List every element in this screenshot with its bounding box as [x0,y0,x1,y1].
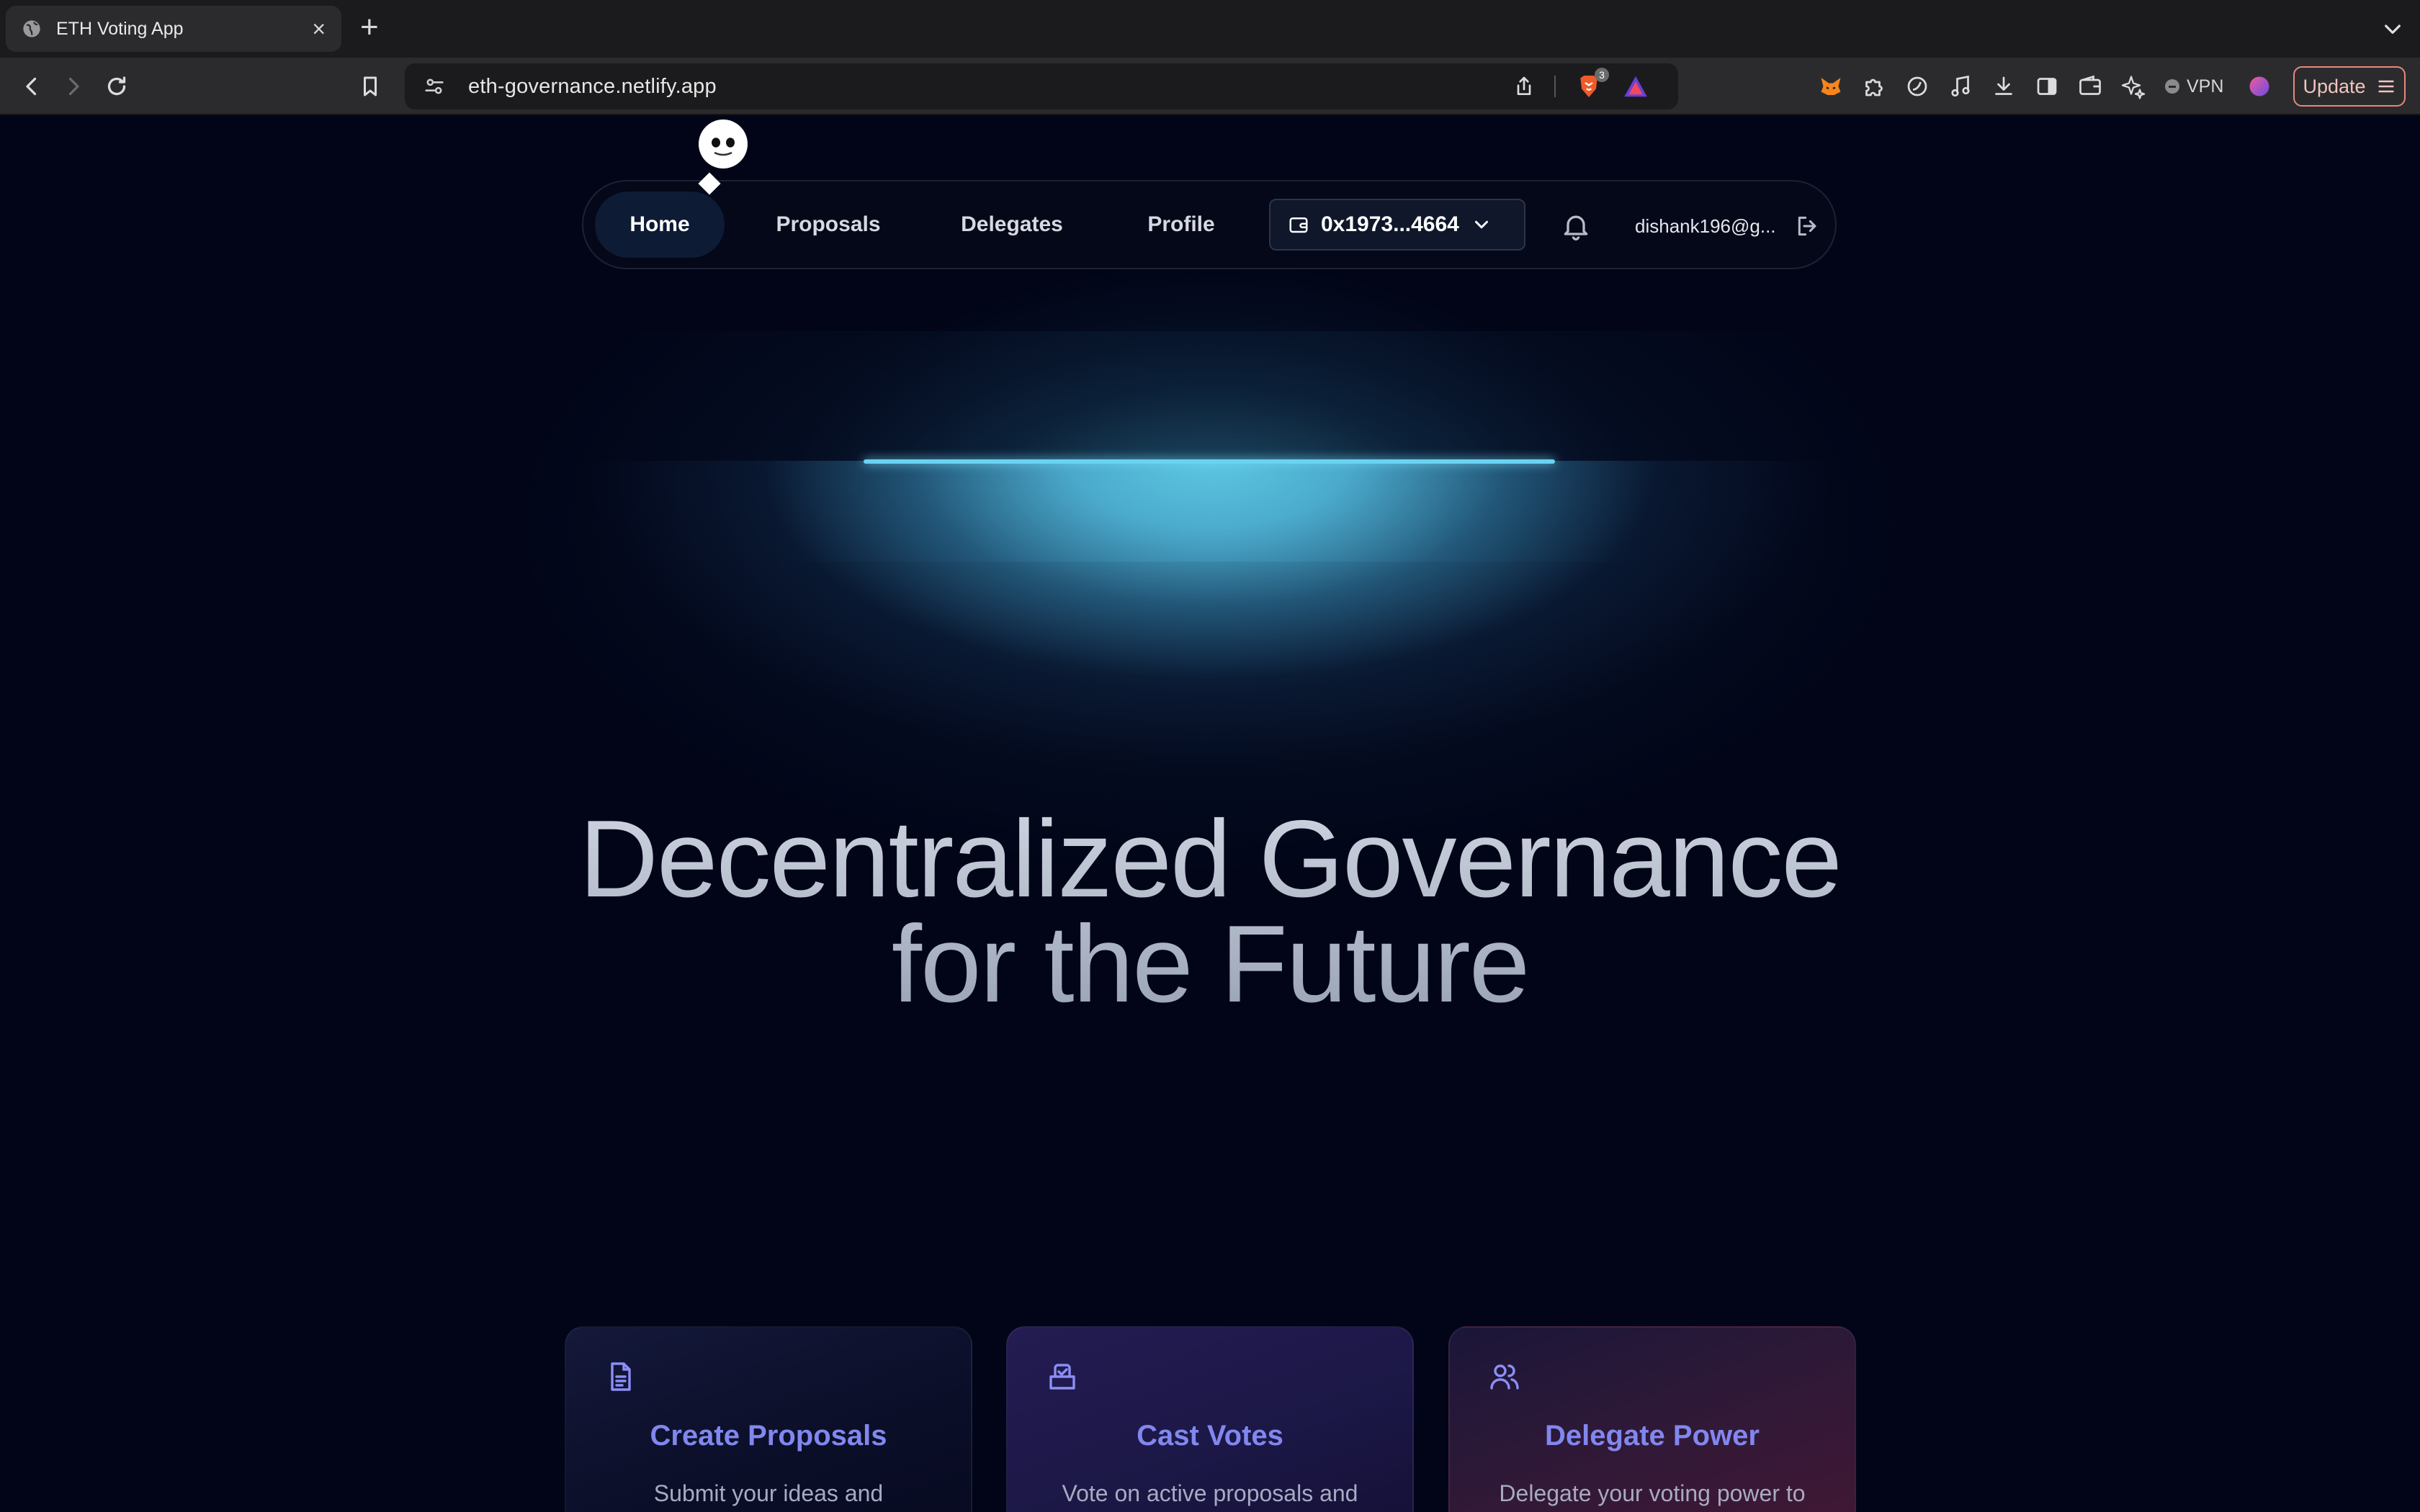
forward-arrow-icon [68,77,79,96]
feature-title: Create Proposals [650,1420,887,1452]
mascot-cursor-icon [698,120,748,195]
globe-icon [23,20,40,37]
metamask-fox-icon [1821,78,1841,95]
shields-count-badge: 3 [1595,68,1609,82]
reload-icon [107,76,126,96]
feature-title: Delegate Power [1545,1420,1760,1452]
document-icon [611,1362,631,1391]
vpn-label: VPN [2187,76,2224,96]
nav-delegates[interactable]: Delegates [929,192,1095,258]
user-email: dishank196@g... [1635,215,1776,237]
wallet-icon [1289,217,1308,233]
vote-box-icon [1049,1364,1075,1390]
extensions-row: VPN [1816,71,2274,102]
sparkle-button[interactable] [2119,72,2148,101]
tab-close-icon[interactable]: × [312,17,326,40]
wallet-dropdown[interactable]: 0x1973...4664 [1269,199,1525,251]
sparkle-icon [2121,76,2146,99]
update-button[interactable]: Update [2293,66,2406,107]
wallet-button[interactable] [2076,72,2105,101]
tab-strip: ETH Voting App × + [0,0,2420,58]
menu-icon [2378,80,2394,93]
feature-title: Cast Votes [1137,1420,1283,1452]
feature-card-cast-votes[interactable]: Cast Votes Vote on active proposals and [1006,1326,1414,1512]
brave-rewards-icon[interactable] [1622,73,1649,100]
lamp-line [864,459,1555,464]
browser-window: ETH Voting App × + eth-governance.netlif… [0,0,2420,1512]
share-icon[interactable] [1512,75,1536,98]
url-text[interactable]: eth-governance.netlify.app [468,75,717,99]
update-label: Update [2303,75,2366,97]
feature-text: Delegate your voting power to [1499,1480,1806,1506]
address-bar-actions: 3 [1512,68,1649,101]
nav-profile[interactable]: Profile [1116,192,1246,258]
metamask-extension[interactable] [1816,72,1845,101]
hero-heading: Decentralized Governance for the Future [0,806,2420,1017]
back-button[interactable] [17,72,46,101]
feature-text: Vote on active proposals and [1062,1480,1358,1506]
downloads-button[interactable] [1989,72,2018,101]
tab-title: ETH Voting App [56,18,184,39]
logout-icon[interactable] [1793,210,1822,242]
bookmark-button[interactable] [356,72,385,101]
chevron-down-icon[interactable] [2381,17,2404,40]
nav-proposals[interactable]: Proposals [749,192,908,258]
site-settings-icon[interactable] [422,74,447,99]
feature-card-delegate-power[interactable]: Delegate Power Delegate your voting powe… [1448,1326,1856,1512]
hero-line-2: for the Future [891,903,1529,1025]
wallet-icon [2079,75,2101,95]
leo-ai-button[interactable] [1903,72,1932,101]
extensions-button[interactable] [1860,72,1888,101]
users-icon [1490,1364,1519,1390]
reload-button[interactable] [102,72,131,101]
bookmark-icon [364,76,377,96]
bell-icon[interactable] [1560,210,1592,242]
main-navbar: Home Proposals Delegates Profile 0x1973.… [582,180,1837,269]
browser-toolbar: eth-governance.netlify.app 3 VPN Update [0,58,2420,115]
leo-icon [1907,76,1927,96]
feature-text: Submit your ideas and [653,1480,884,1506]
sidebar-button[interactable] [2033,72,2061,101]
wallet-address: 0x1973...4664 [1321,212,1459,236]
avatar-icon [2249,76,2269,96]
feature-card-create-proposals[interactable]: Create Proposals Submit your ideas and [565,1326,972,1512]
hero-line-1: Decentralized Governance [579,798,1841,920]
media-button[interactable] [1946,72,1975,101]
browser-tab[interactable]: ETH Voting App × [6,6,341,52]
new-tab-button[interactable]: + [360,12,379,43]
shields-button[interactable]: 3 [1574,68,1609,101]
forward-button[interactable] [59,72,88,101]
sidebar-icon [2037,78,2057,95]
page-content: Home Proposals Delegates Profile 0x1973.… [0,115,2420,1512]
vpn-status-icon [2165,79,2179,94]
puzzle-icon [1865,78,1883,96]
download-icon [1995,76,2012,95]
back-arrow-icon [26,77,37,96]
address-bar[interactable]: eth-governance.netlify.app 3 [405,63,1678,109]
divider [1554,76,1556,97]
profile-avatar[interactable] [2245,72,2274,101]
music-note-icon [1951,75,1970,97]
vpn-button[interactable]: VPN [2165,76,2223,97]
chevron-down-icon [1474,220,1488,229]
